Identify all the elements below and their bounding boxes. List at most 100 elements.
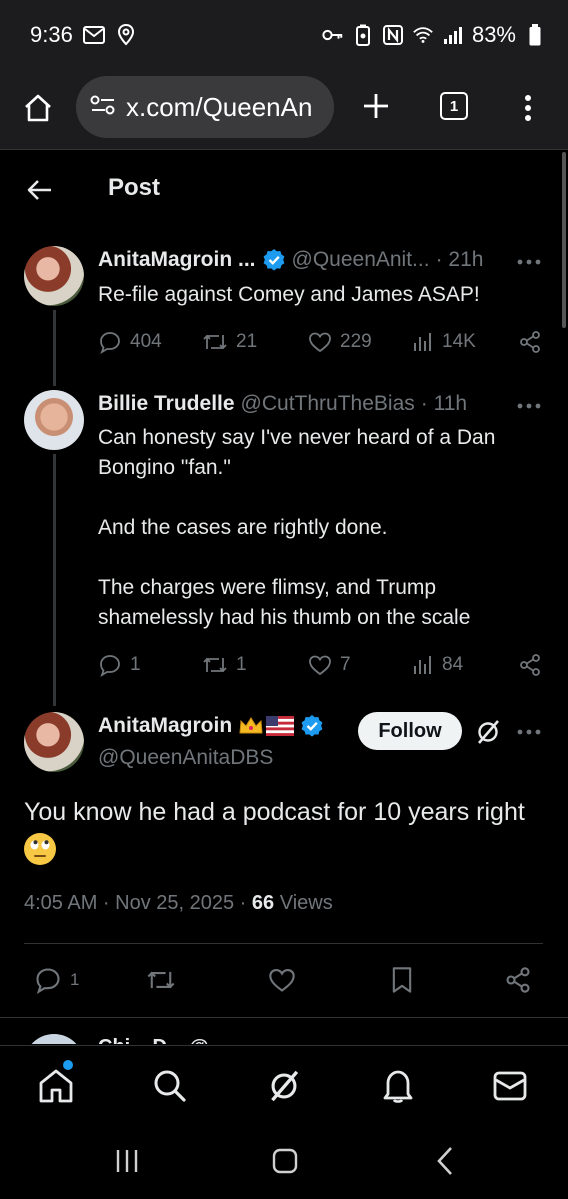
author-name[interactable]: Billie Trudelle [98, 392, 235, 416]
views-button[interactable]: 14K [412, 331, 476, 353]
eye-roll-emoji-icon [24, 833, 56, 866]
browser-toolbar: x.com/QueenAn 1 [0, 72, 568, 150]
divider [24, 943, 543, 944]
views-label: Views [279, 892, 333, 914]
heart-icon [309, 655, 331, 676]
thread-line [53, 454, 56, 706]
home-icon [39, 1069, 73, 1103]
views-count: 14K [442, 331, 476, 352]
page-title: Post [108, 174, 161, 201]
more-options-button[interactable] [516, 722, 542, 742]
retweet-icon [203, 657, 227, 673]
wifi-icon [412, 24, 434, 46]
like-button[interactable]: 229 [308, 331, 372, 353]
reply-icon [36, 968, 60, 994]
nav-grok[interactable] [264, 1066, 304, 1106]
browser-menu-button[interactable] [516, 88, 540, 128]
grok-icon [271, 1070, 299, 1102]
author-name[interactable]: AnitaMagroin ... [98, 248, 256, 272]
bookmark-button[interactable] [390, 966, 414, 994]
views-count: 66 [251, 892, 275, 914]
retweet-button[interactable]: 1 [202, 654, 247, 676]
recent-apps-button[interactable] [112, 1145, 142, 1177]
like-count: 229 [340, 331, 372, 352]
tab-count: 1 [449, 97, 459, 115]
nfc-icon [382, 24, 404, 46]
retweet-count: 21 [236, 331, 258, 352]
avatar[interactable] [24, 390, 84, 450]
new-tab-button[interactable] [356, 86, 396, 126]
views-count: 84 [442, 654, 464, 675]
system-home-button[interactable] [270, 1145, 300, 1177]
avatar[interactable] [24, 246, 84, 306]
post-timestamp[interactable]: 4:05 AM · Nov 25, 2025 · [24, 892, 252, 914]
share-button[interactable] [518, 330, 542, 354]
lock-battery-icon [352, 24, 374, 46]
author-handle[interactable]: @CutThruTheBias [241, 392, 415, 416]
plus-icon [364, 94, 388, 118]
mail-icon [493, 1071, 527, 1101]
grok-icon [478, 720, 499, 744]
retweet-count: 1 [236, 654, 247, 675]
nav-explore[interactable] [150, 1066, 190, 1106]
retweet-button[interactable] [146, 967, 176, 993]
more-options-button[interactable] [516, 252, 542, 272]
post-meta: 4:05 AM · Nov 25, 2025 · 66 Views [24, 892, 333, 915]
author-handle[interactable]: @QueenAnitaDBS [98, 746, 273, 770]
home-button[interactable] [18, 88, 58, 128]
back-arrow-icon [27, 180, 51, 200]
follow-button[interactable]: Follow [358, 712, 462, 750]
more-horizontal-icon [517, 259, 541, 265]
nav-notifications[interactable] [378, 1066, 418, 1106]
notification-dot [63, 1060, 73, 1070]
tweet-time[interactable]: · 21h [436, 248, 484, 272]
back-button[interactable] [24, 174, 56, 206]
reply-button[interactable]: 404 [98, 330, 162, 354]
share-button[interactable] [504, 966, 532, 994]
grok-button[interactable] [474, 718, 502, 746]
system-back-button[interactable] [430, 1145, 460, 1177]
avatar[interactable] [24, 712, 84, 772]
reply-button[interactable]: 1 [98, 653, 141, 677]
browser-divider [0, 149, 568, 150]
next-reply-text: Chi... D... @... [98, 1036, 225, 1044]
bell-icon [383, 1070, 413, 1103]
tweet-header: AnitaMagroin ... @QueenAnit... · 21h [98, 248, 483, 272]
url-text: x.com/QueenAn [126, 91, 313, 122]
scrollbar[interactable] [562, 152, 566, 328]
battery-percent: 83% [471, 22, 516, 47]
url-bar[interactable]: x.com/QueenAn [76, 76, 334, 138]
views-button[interactable]: 84 [412, 654, 463, 676]
reply-icon [100, 655, 120, 677]
retweet-button[interactable]: 21 [202, 331, 257, 353]
tweet-text: Re-file against Comey and James ASAP! [98, 283, 480, 306]
post-text-content: You know he had a podcast for 10 years r… [24, 798, 525, 826]
more-options-button[interactable] [516, 396, 542, 416]
tab-switcher-button[interactable]: 1 [440, 92, 468, 120]
site-settings-icon[interactable] [90, 94, 116, 121]
thread-line [53, 310, 56, 386]
verified-badge-icon [262, 248, 286, 272]
post-text: You know he had a podcast for 10 years r… [24, 794, 554, 866]
nav-messages[interactable] [490, 1066, 530, 1106]
reply-button[interactable]: 1 [34, 966, 79, 994]
more-horizontal-icon [517, 403, 541, 409]
tweet-actions: 404 21 229 14K [98, 328, 544, 356]
tweet-time[interactable]: · 11h [421, 392, 467, 416]
author-handle[interactable]: @QueenAnit... [292, 248, 430, 272]
next-reply-preview[interactable]: Chi... D... @... [24, 1030, 544, 1044]
author-name[interactable]: AnitaMagroin [98, 714, 232, 738]
home-icon [25, 94, 51, 122]
mail-icon [82, 24, 105, 46]
like-button[interactable]: 7 [308, 654, 351, 676]
status-bar: 9:36 83% [0, 0, 568, 72]
share-icon [520, 654, 540, 676]
nav-home[interactable] [36, 1066, 76, 1106]
location-icon [115, 24, 137, 46]
reply-count: 1 [70, 970, 80, 989]
share-button[interactable] [518, 653, 542, 677]
search-icon [154, 1070, 186, 1102]
avatar [24, 1034, 84, 1044]
system-back-icon [437, 1147, 452, 1175]
like-button[interactable] [268, 967, 296, 993]
